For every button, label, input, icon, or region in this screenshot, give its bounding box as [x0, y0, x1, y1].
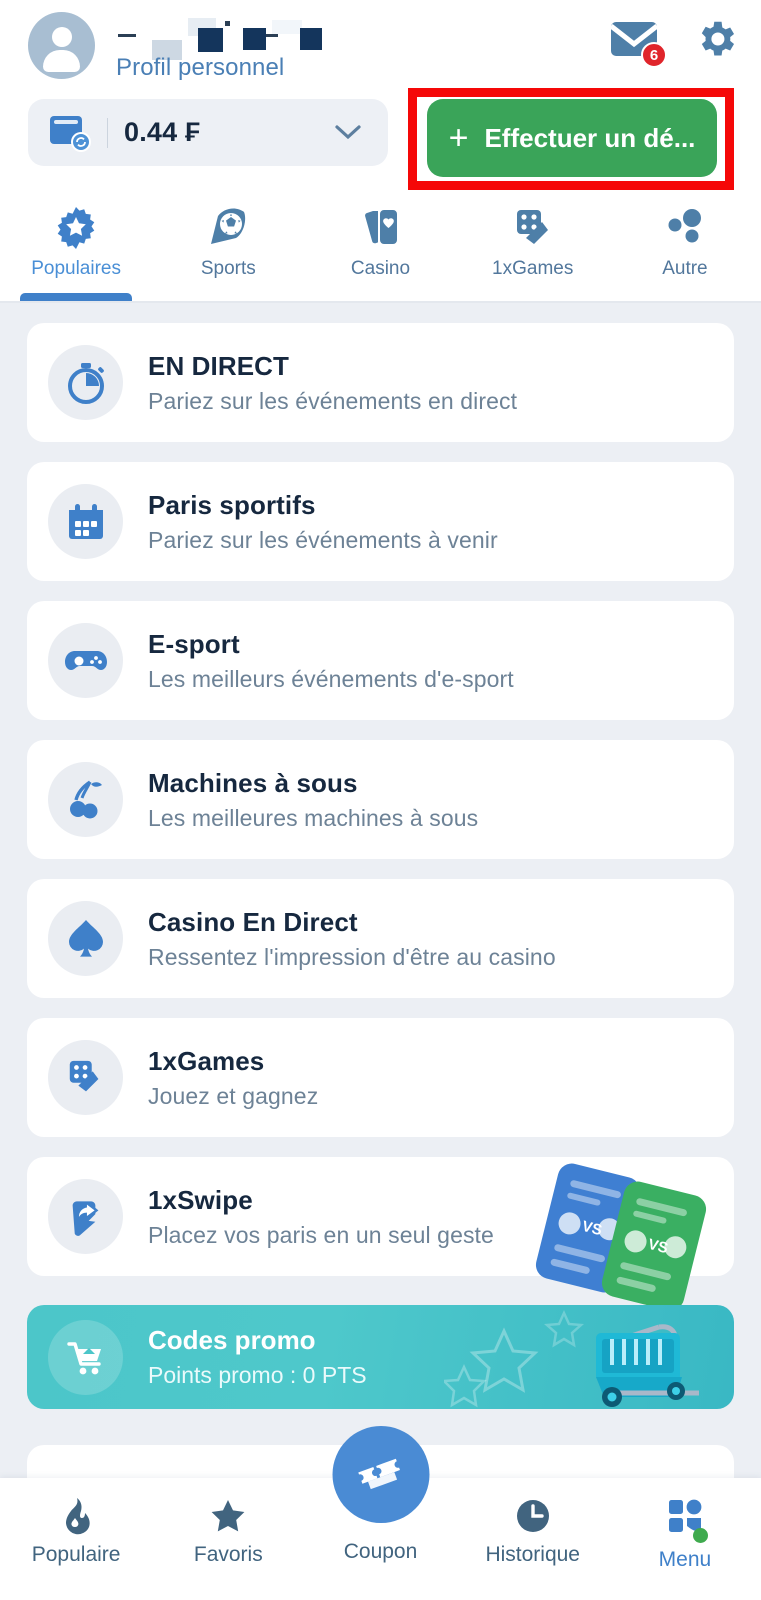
list-item-subtitle: Les meilleures machines à sous [148, 804, 479, 831]
bottom-nav-label: Populaire [31, 1543, 121, 1566]
tab-1xgames[interactable]: 1xGames [457, 195, 609, 301]
stopwatch-icon [48, 345, 123, 420]
list-item-casino-en-direct[interactable]: Casino En Direct Ressentez l'impression … [27, 879, 734, 998]
bottom-nav-label: Favoris [193, 1543, 263, 1566]
deposit-button-label: Effectuer un dé... [484, 122, 696, 153]
tab-label: Populaires [31, 258, 121, 279]
list-item-e-sport[interactable]: E-sport Les meilleurs événements d'e-spo… [27, 601, 734, 720]
list-item-en-direct[interactable]: EN DIRECT Pariez sur les événements en d… [27, 323, 734, 442]
list-item-1xswipe[interactable]: 1xSwipe Placez vos paris en un seul gest… [27, 1157, 734, 1314]
list-item-title: Paris sportifs [148, 489, 316, 520]
tab-label: Sports [200, 258, 256, 279]
bottom-nav-menu[interactable]: Menu [609, 1478, 761, 1572]
promo-banner[interactable]: Codes promo Points promo : 0 PTS [27, 1305, 734, 1409]
plus-icon: + [448, 119, 469, 157]
calendar-icon [48, 484, 123, 559]
tab-label: Casino [350, 258, 411, 279]
tab-label: 1xGames [492, 258, 574, 279]
promo-illustration [441, 1305, 734, 1409]
list-item-machines-a-sous[interactable]: Machines à sous Les meilleures machines … [27, 740, 734, 859]
tab-autre[interactable]: Autre [609, 195, 761, 301]
menu-notification-dot [692, 1528, 708, 1543]
list-item-subtitle: Les meilleurs événements d'e-sport [148, 665, 514, 692]
avatar-head [51, 27, 72, 47]
clock-icon [516, 1500, 549, 1532]
wallet-icon [49, 113, 93, 153]
list-item-title: 1xSwipe [148, 1184, 253, 1215]
flame-icon [66, 1498, 90, 1535]
list-item-title: E-sport [148, 628, 240, 659]
bottom-navigation: Populaire Favoris Coupon Historique Menu [0, 1426, 761, 1600]
bottom-nav-populaire[interactable]: Populaire [0, 1478, 152, 1567]
profile-label: Profil personnel [116, 54, 285, 81]
list-item-subtitle: Ressentez l'impression d'être au casino [148, 943, 556, 970]
vs-label-green: VS [646, 1235, 670, 1258]
list-item-1xgames[interactable]: 1xGames Jouez et gagnez [27, 1018, 734, 1137]
list-item-title: Machines à sous [148, 767, 358, 798]
star-burst-icon [57, 207, 95, 249]
bottom-nav-label: Menu [658, 1548, 712, 1571]
shopping-cart-icon [48, 1319, 123, 1395]
balance-selector[interactable]: 0.44 ₣ [28, 99, 388, 166]
ticket-icon [358, 1458, 400, 1489]
category-tabs: Populaires Sports Casino 1xGames Autre [0, 195, 761, 303]
bottom-nav-label: Coupon [343, 1540, 418, 1563]
more-dots-icon [668, 209, 701, 243]
active-tab-indicator [19, 293, 133, 301]
list-item-subtitle: Pariez sur les événements en direct [148, 387, 518, 414]
chevron-down-icon[interactable] [334, 123, 362, 141]
deposit-button[interactable]: + Effectuer un dé... [427, 99, 717, 177]
header-icons: 6 [609, 16, 739, 68]
list-item-title: EN DIRECT [148, 350, 290, 381]
swipe-illustration: VS VS [528, 1160, 718, 1314]
avatar-body [43, 50, 80, 72]
balance-divider [107, 117, 108, 148]
gear-icon[interactable] [693, 16, 739, 62]
coupon-fab[interactable] [332, 1426, 429, 1523]
list-item-paris-sportifs[interactable]: Paris sportifs Pariez sur les événements… [27, 462, 734, 581]
bottom-nav-label: Historique [485, 1543, 580, 1566]
username-redacted [112, 6, 412, 60]
star-icon [211, 1500, 245, 1532]
dice-icon [516, 210, 548, 244]
list-item-subtitle: Pariez sur les événements à venir [148, 526, 498, 553]
tab-casino[interactable]: Casino [304, 195, 456, 301]
promo-title: Codes promo [148, 1325, 316, 1355]
promo-subtitle: Points promo : 0 PTS [148, 1362, 367, 1388]
avatar[interactable] [28, 12, 95, 79]
list-item-title: 1xGames [148, 1045, 265, 1076]
list-item-title: Casino En Direct [148, 906, 358, 937]
content-list: EN DIRECT Pariez sur les événements en d… [0, 305, 761, 1600]
user-block[interactable]: Profil personnel [112, 6, 412, 81]
cherries-icon [48, 762, 123, 837]
gamepad-icon [48, 623, 123, 698]
dice-icon [48, 1040, 123, 1115]
app-header: Profil personnel 6 0.44 ₣ + Effectuer un… [0, 0, 761, 195]
app-screen: Profil personnel 6 0.44 ₣ + Effectuer un… [0, 0, 761, 1600]
balance-amount: 0.44 ₣ [124, 117, 201, 147]
messages-badge: 6 [641, 42, 667, 68]
tab-sports[interactable]: Sports [152, 195, 304, 301]
playing-cards-icon [364, 210, 397, 244]
tab-populaires[interactable]: Populaires [0, 195, 152, 301]
list-item-subtitle: Jouez et gagnez [148, 1082, 319, 1109]
bottom-nav-historique[interactable]: Historique [457, 1478, 609, 1567]
spade-icon [48, 901, 123, 976]
messages-button[interactable]: 6 [609, 16, 667, 68]
football-icon [211, 208, 246, 244]
bottom-nav-favoris[interactable]: Favoris [152, 1478, 304, 1567]
swipe-card-icon [48, 1179, 123, 1254]
vs-label-blue: VS [580, 1217, 604, 1240]
list-item-subtitle: Placez vos paris en un seul geste [148, 1221, 494, 1248]
tab-label: Autre [662, 258, 708, 279]
